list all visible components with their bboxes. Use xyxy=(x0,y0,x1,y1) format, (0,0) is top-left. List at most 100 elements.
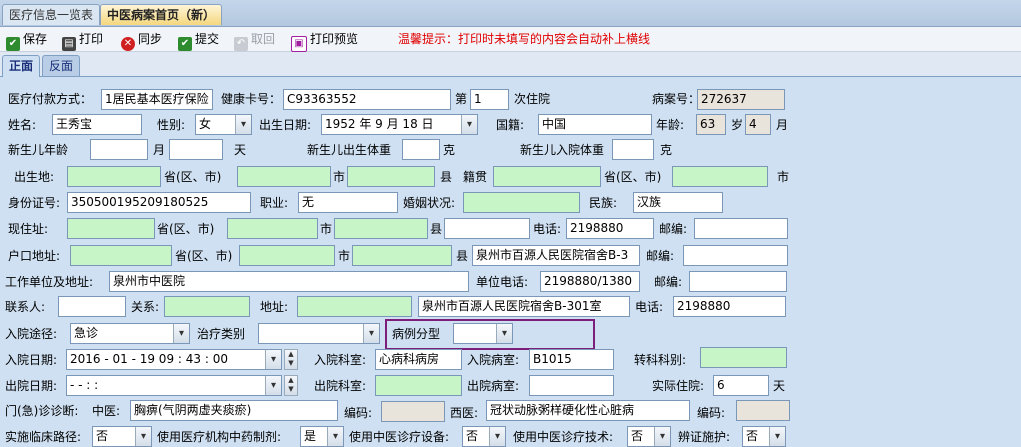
current-zip-label: 邮编: xyxy=(659,222,688,236)
admission-date-picker[interactable]: 2016 - 01 - 19 09 : 43 : 00 xyxy=(66,349,282,370)
revoke-button[interactable]: ↶ 取回 xyxy=(234,31,275,51)
current-county-field[interactable] xyxy=(334,218,428,239)
birthplace-province-unit: 省(区、市) xyxy=(164,170,222,184)
newborn-age-months-field[interactable] xyxy=(90,139,148,160)
hukou-address-detail-field[interactable]: 泉州市百源人民医院宿舍B-3 xyxy=(472,245,640,266)
treatment-type-select[interactable] xyxy=(258,323,380,344)
birthplace-province-field[interactable] xyxy=(67,166,161,187)
contact-phone-label: 电话: xyxy=(635,300,664,314)
current-zip-field[interactable] xyxy=(694,218,788,239)
native-province-field[interactable] xyxy=(493,166,601,187)
contact-address-region-field[interactable] xyxy=(297,296,412,317)
age-months-unit: 月 xyxy=(776,118,789,132)
dialectic-care-select[interactable]: 否 xyxy=(742,426,786,447)
hukou-city-field[interactable] xyxy=(239,245,335,266)
ethnicity-field[interactable]: 汉族 xyxy=(633,192,723,213)
dialectic-care-label: 辨证施护: xyxy=(678,430,731,444)
current-province-field[interactable] xyxy=(67,218,155,239)
current-city-field[interactable] xyxy=(227,218,318,239)
case-form: 医疗付款方式： 1居民基本医疗保险 健康卡号： C93363552 第 1 次住… xyxy=(0,77,1021,447)
birthplace-city-field[interactable] xyxy=(237,166,331,187)
down-arrow-icon: ▼ xyxy=(288,385,294,393)
tab-tcm-case-home[interactable]: 中医病案首页（新） xyxy=(100,4,223,25)
tab-front[interactable]: 正面 xyxy=(2,55,41,77)
case-number-label: 病案号： xyxy=(652,92,701,106)
print-button[interactable]: ▤ 打印 xyxy=(62,31,103,51)
discharge-date-spinner[interactable]: ▲ ▼ xyxy=(284,375,298,396)
discharge-ward-field[interactable] xyxy=(529,375,614,396)
tcm-technique-label: 使用中医诊疗技术: xyxy=(513,430,614,444)
save-button[interactable]: ✔ 保存 xyxy=(6,31,47,51)
ethnicity-label: 民族: xyxy=(589,196,618,210)
id-number-field[interactable]: 350500195209180525 xyxy=(67,192,251,213)
stay-days-label: 实际住院: xyxy=(652,379,705,393)
id-number-label: 身份证号: xyxy=(8,196,61,210)
contact-field[interactable] xyxy=(58,296,126,317)
work-phone-field[interactable]: 2198880/1380 xyxy=(540,271,640,292)
admission-ward-field[interactable]: B1015 xyxy=(529,349,614,370)
payment-method-field[interactable]: 1居民基本医疗保险 xyxy=(101,89,213,110)
western-diagnosis-field[interactable]: 冠状动脉粥样硬化性心脏病 xyxy=(486,400,690,421)
sex-select[interactable]: 女 xyxy=(195,114,252,135)
native-place-label: 籍贯 xyxy=(463,170,488,184)
outpatient-diagnosis-label: 门(急)诊诊断: xyxy=(5,404,79,418)
discharge-dept-label: 出院科室: xyxy=(314,379,367,393)
newborn-age-days-field[interactable] xyxy=(169,139,223,160)
work-zip-label: 邮编: xyxy=(654,275,683,289)
contact-address-detail-field[interactable]: 泉州市百源人民医院宿舍B-301室 xyxy=(418,296,630,317)
name-field[interactable]: 王秀宝 xyxy=(52,114,142,135)
admission-count-suffix: 次住院 xyxy=(514,92,551,106)
tcm-device-select[interactable]: 否 xyxy=(462,426,506,447)
current-county-unit: 县 xyxy=(430,222,443,236)
hukou-county-field[interactable] xyxy=(352,245,452,266)
sync-button[interactable]: ✕ 同步 xyxy=(121,31,163,51)
hukou-address-label: 户口地址: xyxy=(8,249,61,263)
submit-button[interactable]: ✔ 提交 xyxy=(178,31,219,51)
current-address-detail-field[interactable] xyxy=(444,218,530,239)
health-card-field[interactable]: C93363552 xyxy=(283,89,451,110)
tcm-diagnosis-label: 中医: xyxy=(92,404,121,418)
admission-dept-field[interactable]: 心病科病房 xyxy=(375,349,462,370)
admission-count-field[interactable]: 1 xyxy=(470,89,509,110)
print-preview-button[interactable]: ▣ 打印预览 xyxy=(291,31,359,52)
work-unit-field[interactable]: 泉州市中医院 xyxy=(109,271,469,292)
age-years-field: 63 xyxy=(696,114,726,135)
tcm-code-label: 编码: xyxy=(344,406,373,420)
sync-label: 同步 xyxy=(138,32,163,46)
birth-weight-field[interactable] xyxy=(402,139,440,160)
discharge-dept-field[interactable] xyxy=(375,375,462,396)
relation-field[interactable] xyxy=(164,296,250,317)
work-zip-field[interactable] xyxy=(689,271,787,292)
admit-weight-field[interactable] xyxy=(612,139,654,160)
birthplace-county-field[interactable] xyxy=(347,166,435,187)
birthplace-county-unit: 县 xyxy=(440,170,453,184)
toolbar: ✔ 保存 ▤ 打印 ✕ 同步 ✔ 提交 ↶ 取回 ▣ 打印预览 温馨提示：打印时未填写的内容… xyxy=(0,27,1021,52)
tab-medical-info-list[interactable]: 医疗信息一览表 xyxy=(2,4,101,25)
clinical-path-select[interactable]: 否 xyxy=(92,426,152,447)
hukou-province-field[interactable] xyxy=(70,245,172,266)
name-label: 姓名: xyxy=(8,118,37,132)
current-phone-field[interactable]: 2198880 xyxy=(566,218,654,239)
health-card-label: 健康卡号： xyxy=(221,92,282,106)
discharge-date-picker[interactable]: - - : : xyxy=(66,375,282,396)
preview-label: 打印预览 xyxy=(310,32,359,46)
work-phone-label: 单位电话: xyxy=(476,275,529,289)
admission-route-select[interactable]: 急诊 xyxy=(70,323,190,344)
tab-back[interactable]: 反面 xyxy=(42,55,81,76)
nationality-field[interactable]: 中国 xyxy=(538,114,652,135)
contact-phone-field[interactable]: 2198880 xyxy=(673,296,786,317)
current-phone-label: 电话: xyxy=(533,222,562,236)
transfer-dept-field[interactable] xyxy=(700,347,787,368)
occupation-field[interactable]: 无 xyxy=(298,192,398,213)
case-type-select[interactable] xyxy=(453,323,513,344)
nationality-label: 国籍: xyxy=(496,118,525,132)
tcm-diagnosis-field[interactable]: 胸痹(气阴两虚夹痰瘀) xyxy=(130,400,338,421)
marital-status-field[interactable] xyxy=(463,192,580,213)
birth-date-picker[interactable]: 1952 年 9 月 18 日 xyxy=(321,114,478,135)
tcm-technique-select[interactable]: 否 xyxy=(627,426,671,447)
hukou-zip-field[interactable] xyxy=(683,245,788,266)
admission-date-spinner[interactable]: ▲ ▼ xyxy=(284,349,298,370)
stay-days-field[interactable]: 6 xyxy=(713,375,769,396)
native-city-field[interactable] xyxy=(672,166,768,187)
herbal-prep-select[interactable]: 是 xyxy=(300,426,344,447)
